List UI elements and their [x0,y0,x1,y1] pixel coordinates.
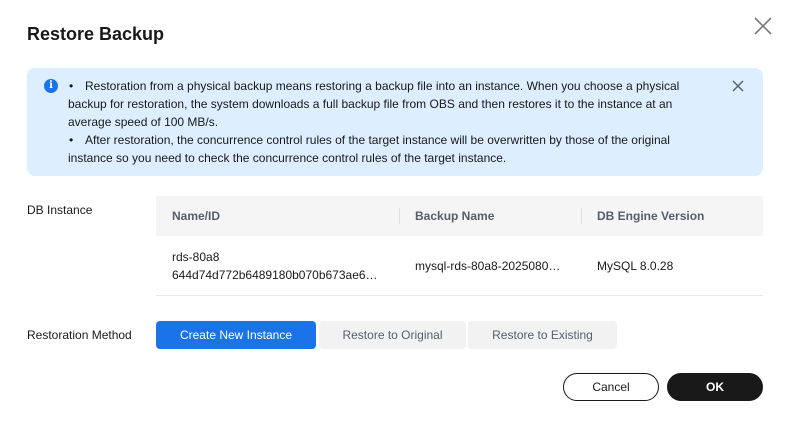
method-restore-to-existing[interactable]: Restore to Existing [468,321,617,349]
dialog-title: Restore Backup [27,24,165,44]
info-close-icon[interactable] [731,79,745,93]
bullet: • [69,133,74,147]
table-header: Name/ID Backup Name DB Engine Version [156,196,763,236]
engine-version: MySQL 8.0.28 [597,259,674,273]
close-icon[interactable] [752,15,774,37]
col-separator [581,208,582,224]
cancel-button[interactable]: Cancel [563,373,659,401]
ok-button[interactable]: OK [667,373,763,401]
db-instance-label: DB Instance [27,203,93,217]
info-text: • Restoration from a physical backup mean… [68,77,698,167]
info-line-2: • After restoration, the concurrence cont… [68,133,670,165]
db-instance-table: Name/ID Backup Name DB Engine Version rd… [156,196,763,296]
restore-backup-dialog: Restore Backup i • Restoration from a phy… [0,0,786,425]
instance-name: rds-80a8 [172,250,220,264]
info-icon: i [44,79,58,93]
col-name-id: Name/ID [172,209,221,223]
backup-name: mysql-rds-80a8-2025080… [415,259,561,273]
instance-id: 644d74d772b6489180b070b673ae6… [172,268,378,282]
bullet: • [69,79,74,93]
col-backup-name: Backup Name [415,209,495,223]
info-line-1: • Restoration from a physical backup mean… [68,79,680,129]
col-separator [399,208,400,224]
info-alert: i • Restoration from a physical backup me… [27,68,763,176]
method-restore-to-original[interactable]: Restore to Original [319,321,466,349]
restoration-method-label: Restoration Method [27,328,132,342]
col-engine-version: DB Engine Version [597,209,705,223]
table-row: rds-80a8 644d74d772b6489180b070b673ae6… … [156,236,763,296]
method-create-new-instance[interactable]: Create New Instance [156,321,316,349]
